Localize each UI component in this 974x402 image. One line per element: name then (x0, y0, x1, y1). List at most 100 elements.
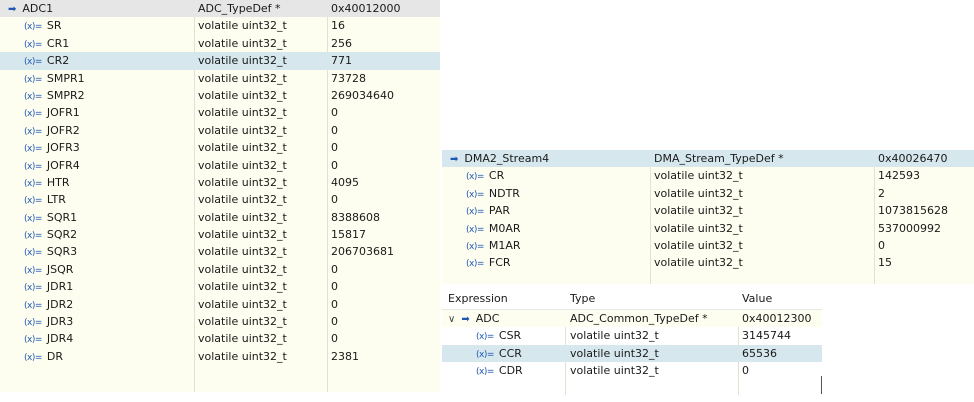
variable-row[interactable]: (x)= JOFR3 volatile uint32_t 0 (0, 139, 440, 156)
variable-name: JOFR4 (46, 158, 80, 172)
variable-row[interactable]: (x)= JOFR1 volatile uint32_t 0 (0, 104, 440, 121)
variable-row[interactable]: (x)= CR1 volatile uint32_t 256 (0, 35, 440, 52)
adc-common-root-row[interactable]: ∨ ➡ ADC ADC_Common_TypeDef * 0x40012300 (442, 310, 822, 328)
variable-value[interactable]: 0x40026470 (878, 150, 974, 167)
variable-row[interactable]: (x)= CCR volatile uint32_t 65536 (442, 344, 822, 363)
variable-row[interactable]: (x)= CDR volatile uint32_t 0 (442, 362, 822, 379)
variable-value[interactable]: 0x40012300 (742, 310, 820, 327)
variable-name: JDR1 (46, 280, 74, 294)
variable-type: volatile uint32_t (198, 262, 287, 276)
variable-value[interactable]: 537000992 (878, 220, 941, 237)
chevron-down-icon[interactable]: ∨ (448, 314, 455, 325)
variable-row[interactable]: (x)= FCR volatile uint32_t 15 (442, 254, 974, 271)
variable-row[interactable]: (x)= JSQR volatile uint32_t 0 (0, 261, 440, 278)
variable-name: JOFR1 (46, 106, 80, 120)
variable-icon: (x)= (24, 335, 42, 346)
variable-type: volatile uint32_t (198, 141, 287, 155)
dma-root-row[interactable]: ➡ DMA2_Stream4 DMA_Stream_TypeDef * 0x400… (442, 150, 974, 168)
variable-row[interactable]: (x)= HTR volatile uint32_t 4095 (0, 174, 440, 191)
value-column-header[interactable]: Value (742, 289, 772, 309)
variable-icon: (x)= (24, 57, 42, 68)
variable-value[interactable]: 0 (331, 296, 338, 313)
variable-type: volatile uint32_t (198, 245, 287, 259)
variable-row[interactable]: (x)= M0AR volatile uint32_t 537000992 (442, 220, 974, 237)
variable-value[interactable]: 771 (331, 52, 352, 69)
variable-row[interactable]: (x)= SQR2 volatile uint32_t 15817 (0, 226, 440, 243)
variable-value[interactable]: 0 (331, 104, 338, 121)
variable-value[interactable]: 3145744 (742, 327, 791, 344)
variable-value[interactable]: 0 (331, 278, 338, 295)
type-column-header[interactable]: Type (570, 289, 595, 309)
variable-icon: (x)= (466, 224, 484, 235)
variable-row[interactable]: (x)= LTR volatile uint32_t 0 (0, 191, 440, 208)
variable-name: PAR (488, 204, 510, 218)
variable-type: volatile uint32_t (198, 297, 287, 311)
variable-value[interactable]: 2 (878, 185, 885, 202)
variable-value[interactable]: 0 (331, 191, 338, 208)
variable-row[interactable]: (x)= JDR3 volatile uint32_t 0 (0, 313, 440, 330)
variable-row[interactable]: (x)= JOFR2 volatile uint32_t 0 (0, 122, 440, 139)
variable-row[interactable]: (x)= PAR volatile uint32_t 1073815628 (442, 202, 974, 219)
variable-row[interactable]: (x)= NDTR volatile uint32_t 2 (442, 185, 974, 202)
variable-row[interactable]: (x)= CSR volatile uint32_t 3145744 (442, 327, 822, 344)
variable-row[interactable]: (x)= JDR2 volatile uint32_t 0 (0, 296, 440, 313)
variable-type: volatile uint32_t (198, 280, 287, 294)
variable-value[interactable]: 0 (331, 261, 338, 278)
variable-value[interactable]: 142593 (878, 167, 920, 184)
variable-value[interactable]: 0 (742, 362, 749, 379)
variable-type: volatile uint32_t (198, 175, 287, 189)
variable-row[interactable]: (x)= SR volatile uint32_t 16 (0, 17, 440, 34)
adc1-root-row[interactable]: ➡ ADC1 ADC_TypeDef * 0x40012000 (0, 0, 440, 18)
variable-name: SQR1 (46, 210, 78, 224)
variable-value[interactable]: 269034640 (331, 87, 394, 104)
variable-type: volatile uint32_t (654, 221, 743, 235)
variable-icon: (x)= (466, 259, 484, 270)
variable-value[interactable]: 0 (878, 237, 885, 254)
variable-row[interactable]: (x)= SMPR1 volatile uint32_t 73728 (0, 70, 440, 87)
variable-value[interactable]: 0 (331, 139, 338, 156)
variable-row[interactable]: (x)= CR2 volatile uint32_t 771 (0, 52, 440, 70)
variable-row[interactable]: (x)= JDR4 volatile uint32_t 0 (0, 330, 440, 347)
variable-icon: (x)= (24, 231, 42, 242)
variable-row[interactable]: (x)= CR volatile uint32_t 142593 (442, 167, 974, 184)
variable-value[interactable]: 0x40012000 (331, 0, 439, 17)
variable-row[interactable]: (x)= JDR1 volatile uint32_t 0 (0, 278, 440, 295)
column-resize-handle[interactable] (821, 376, 822, 394)
variable-value[interactable]: 15 (878, 254, 892, 271)
expression-column-header[interactable]: Expression (448, 289, 508, 309)
variable-icon: (x)= (24, 109, 42, 120)
variable-type: volatile uint32_t (198, 36, 287, 50)
variable-type: ADC_Common_TypeDef * (570, 312, 708, 325)
variable-row[interactable]: (x)= SQR3 volatile uint32_t 206703681 (0, 243, 440, 260)
variable-icon: (x)= (24, 196, 42, 207)
variable-row[interactable]: (x)= SQR1 volatile uint32_t 8388608 (0, 209, 440, 226)
variable-value[interactable]: 0 (331, 122, 338, 139)
variable-value[interactable]: 8388608 (331, 209, 380, 226)
variable-value[interactable]: 16 (331, 17, 345, 34)
variable-row[interactable]: (x)= DR volatile uint32_t 2381 (0, 348, 440, 365)
variable-name: M0AR (488, 221, 521, 235)
variable-value[interactable]: 0 (331, 313, 338, 330)
expressions-panel: Expression Type Value ∨ ➡ ADC ADC_Common_T… (442, 289, 822, 395)
variable-name: ADC (475, 312, 500, 325)
variable-type: volatile uint32_t (198, 228, 287, 242)
variable-value[interactable]: 73728 (331, 70, 366, 87)
variable-row[interactable]: (x)= M1AR volatile uint32_t 0 (442, 237, 974, 254)
variable-value[interactable]: 15817 (331, 226, 366, 243)
variable-type: volatile uint32_t (198, 158, 287, 172)
variable-value[interactable]: 206703681 (331, 243, 394, 260)
variable-value[interactable]: 65536 (742, 345, 777, 362)
variable-type: volatile uint32_t (198, 315, 287, 329)
variable-value[interactable]: 1073815628 (878, 202, 948, 219)
variable-row[interactable]: (x)= SMPR2 volatile uint32_t 269034640 (0, 87, 440, 104)
variable-value[interactable]: 0 (331, 330, 338, 347)
variable-icon: (x)= (466, 189, 484, 200)
variable-value[interactable]: 256 (331, 35, 352, 52)
variable-row[interactable]: (x)= JOFR4 volatile uint32_t 0 (0, 157, 440, 174)
variable-name: SQR3 (46, 245, 78, 259)
variable-value[interactable]: 4095 (331, 174, 359, 191)
variable-icon: (x)= (24, 352, 42, 363)
pointer-arrow-icon: ➡ (8, 4, 17, 15)
variable-value[interactable]: 2381 (331, 348, 359, 365)
variable-value[interactable]: 0 (331, 157, 338, 174)
